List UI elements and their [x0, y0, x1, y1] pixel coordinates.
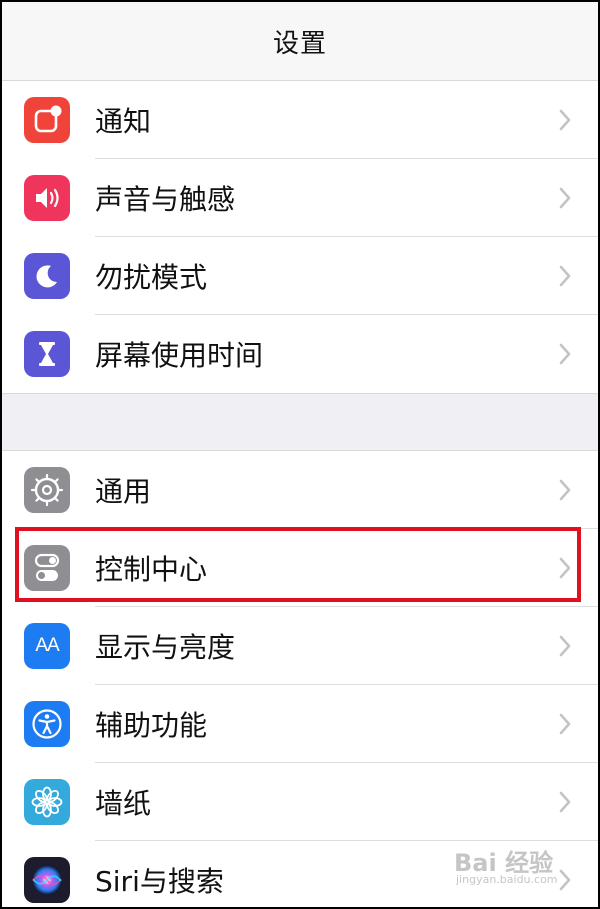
accessibility-icon — [24, 701, 70, 747]
settings-row-sounds-haptics[interactable]: 声音与触感 — [2, 159, 598, 237]
chevron-right-icon — [559, 713, 571, 735]
row-label: 显示与亮度 — [95, 631, 236, 664]
settings-row-display-brightness[interactable]: AA 显示与亮度 — [2, 607, 598, 685]
settings-row-screen-time[interactable]: 屏幕使用时间 — [2, 315, 598, 393]
aa-glyph: AA — [35, 635, 59, 656]
watermark-url: jingyan.baidu.com — [456, 873, 558, 886]
settings-row-control-center[interactable]: 控制中心 — [2, 529, 598, 607]
flower-icon — [24, 779, 70, 825]
settings-row-general[interactable]: 通用 — [2, 451, 598, 529]
row-label: 墙纸 — [95, 787, 152, 820]
aa-text-icon: AA — [24, 623, 70, 669]
settings-group-1: 通知 声音与触感 勿扰模式 屏幕使用时间 — [2, 81, 598, 393]
toggle-icon — [24, 545, 70, 591]
moon-icon — [24, 253, 70, 299]
row-label: 辅助功能 — [95, 709, 208, 742]
settings-row-wallpaper[interactable]: 墙纸 — [2, 763, 598, 841]
row-label: 通用 — [95, 475, 152, 508]
chevron-right-icon — [559, 343, 571, 365]
row-label: 勿扰模式 — [95, 261, 208, 294]
notifications-icon — [24, 97, 70, 143]
chevron-right-icon — [559, 791, 571, 813]
row-label: 屏幕使用时间 — [95, 339, 264, 372]
settings-row-notifications[interactable]: 通知 — [2, 81, 598, 159]
watermark: Bai 经验 jingyan.baidu.com — [450, 841, 580, 893]
chevron-right-icon — [559, 635, 571, 657]
settings-screen: 设置 通知 声音与触感 勿扰模式 屏幕使用时间 通用 控制中心 AA 显示与亮度… — [0, 0, 600, 909]
chevron-right-icon — [559, 109, 571, 131]
page-title: 设置 — [272, 28, 327, 59]
settings-row-accessibility[interactable]: 辅助功能 — [2, 685, 598, 763]
chevron-right-icon — [559, 479, 571, 501]
siri-icon — [24, 857, 70, 903]
sound-icon — [24, 175, 70, 221]
hourglass-icon — [24, 331, 70, 377]
navigation-bar: 设置 — [2, 2, 598, 81]
chevron-right-icon — [559, 557, 571, 579]
settings-row-do-not-disturb[interactable]: 勿扰模式 — [2, 237, 598, 315]
chevron-right-icon — [559, 187, 571, 209]
row-label: 控制中心 — [95, 553, 208, 586]
row-label: 声音与触感 — [95, 183, 236, 216]
row-label: 通知 — [95, 105, 152, 138]
section-gap — [2, 393, 598, 451]
chevron-right-icon — [559, 265, 571, 287]
gear-icon — [24, 467, 70, 513]
